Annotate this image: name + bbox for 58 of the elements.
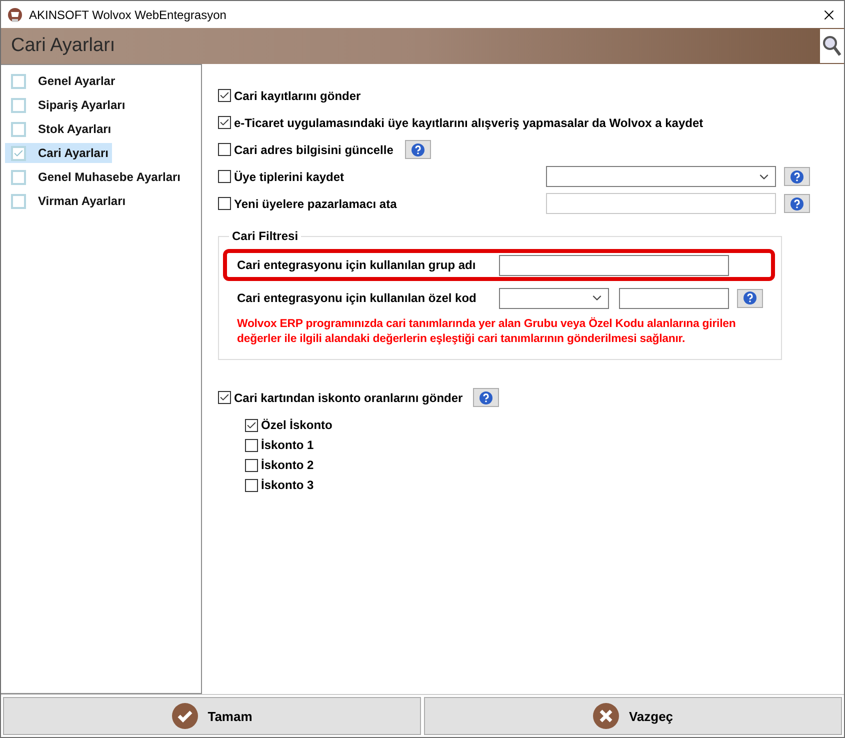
help-icon — [790, 196, 804, 210]
checkbox-label[interactable]: İskonto 1 — [245, 438, 314, 452]
help-button[interactable] — [737, 288, 763, 308]
search-button[interactable] — [820, 29, 844, 63]
sidebar-item[interactable]: Genel Ayarlar — [5, 71, 120, 91]
checkbox-label[interactable]: Yeni üyelere pazarlamacı ata — [218, 196, 397, 210]
text-field[interactable] — [499, 254, 729, 276]
check-icon — [219, 90, 230, 101]
check-icon — [219, 117, 230, 128]
cart-icon — [7, 6, 23, 22]
close-icon — [592, 703, 619, 729]
check-icon — [246, 420, 257, 430]
help-button[interactable] — [784, 167, 810, 186]
checkbox-label[interactable]: İskonto 2 — [245, 458, 314, 472]
checkbox[interactable] — [245, 478, 258, 492]
help-icon — [790, 170, 804, 184]
checkbox-label[interactable]: İskonto 3 — [245, 478, 314, 492]
group-title: Cari Filtresi — [231, 229, 300, 243]
sidebar-item[interactable]: Virman Ayarları — [5, 191, 130, 211]
help-icon — [478, 390, 493, 404]
checkbox[interactable] — [218, 143, 231, 156]
checkbox[interactable] — [245, 418, 258, 432]
ok-button[interactable]: Tamam — [3, 697, 421, 735]
window-title: AKINSOFT Wolvox WebEntegrasyon — [29, 8, 228, 22]
page-title: Cari Ayarları — [11, 35, 116, 57]
checkbox-label[interactable]: Cari kartından iskonto oranlarını gönder — [218, 390, 463, 404]
checkbox[interactable] — [218, 391, 231, 404]
help-button[interactable] — [405, 140, 432, 159]
checkbox[interactable] — [245, 438, 258, 452]
info-note: Wolvox ERP programınızda cari tanımlarında yer alan Grubu veya Özel Kodu alanlarına girilen değerler ile ilgili alandaki değerlerin eşleştiği cari tanımlarının gönderilmesi sağlanır. — [237, 317, 737, 347]
checkbox-label[interactable]: Cari kayıtlarını gönder — [218, 88, 361, 102]
checkbox-label[interactable]: Özel İskonto — [245, 418, 332, 432]
cancel-button[interactable]: Vazgeç — [424, 697, 842, 735]
sidebar-item[interactable]: Stok Ayarları — [5, 119, 116, 139]
checkbox[interactable] — [218, 170, 231, 183]
checkbox-label[interactable]: e-Ticaret uygulamasındaki üye kayıtlarını alışveriş yapmasalar da Wolvox a kaydet — [218, 116, 704, 130]
text-field[interactable] — [619, 288, 729, 308]
dropdown[interactable] — [499, 288, 609, 308]
search-icon — [822, 35, 842, 57]
sidebar-item[interactable]: Genel Muhasebe Ayarları — [5, 167, 184, 187]
checkbox[interactable] — [218, 116, 231, 129]
text-field[interactable] — [546, 193, 776, 214]
check-icon — [172, 703, 198, 729]
dropdown[interactable] — [546, 166, 776, 187]
checkbox-label[interactable]: Cari adres bilgisini güncelle — [218, 142, 394, 156]
checkbox[interactable] — [218, 197, 231, 210]
help-icon — [411, 142, 426, 156]
field-label: Cari entegrasyonu için kullanılan özel kod — [237, 291, 478, 305]
help-icon — [743, 291, 757, 305]
checkbox-label[interactable]: Üye tiplerini kaydet — [218, 170, 344, 184]
help-button[interactable] — [472, 388, 499, 407]
help-button[interactable] — [784, 194, 810, 213]
checkbox[interactable] — [245, 458, 258, 472]
checkbox[interactable] — [218, 89, 231, 102]
field-label: Cari entegrasyonu için kullanılan grup adı — [237, 258, 477, 272]
check-icon — [219, 392, 230, 403]
sidebar-item[interactable]: Cari Ayarları — [5, 143, 112, 163]
sidebar-item[interactable]: Sipariş Ayarları — [5, 95, 130, 115]
